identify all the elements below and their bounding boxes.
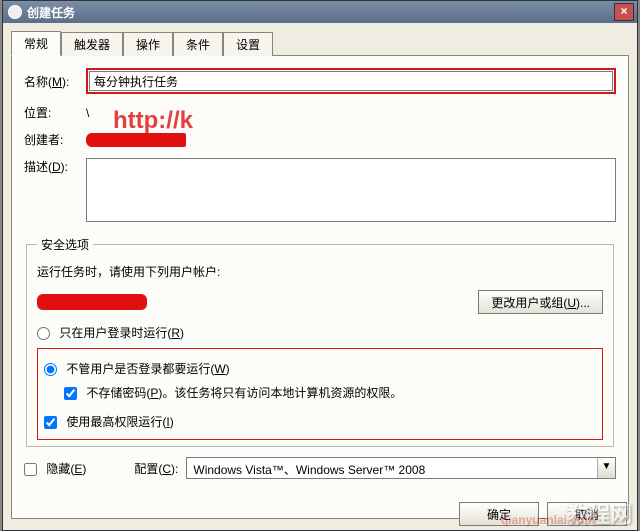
create-task-dialog: 创建任务 × 常规 触发器 操作 条件 设置 名称(M): 位置: \ 创建者: bbox=[2, 0, 638, 531]
configure-label: 配置(C): bbox=[134, 460, 178, 477]
checkbox-nostore-password-label[interactable]: 不存储密码(P)。该任务将只有访问本地计算机资源的权限。 bbox=[64, 386, 402, 400]
tab-settings[interactable]: 设置 bbox=[223, 32, 273, 56]
titlebar[interactable]: 创建任务 × bbox=[3, 1, 637, 23]
security-options-group: 安全选项 运行任务时，请使用下列用户帐户: 更改用户或组(U)... 只在用户登… bbox=[26, 236, 614, 447]
window-title: 创建任务 bbox=[27, 4, 614, 21]
tab-triggers[interactable]: 触发器 bbox=[61, 32, 123, 56]
row-description: 描述(D): bbox=[24, 158, 616, 222]
row-nostore-password: 不存储密码(P)。该任务将只有访问本地计算机资源的权限。 bbox=[44, 384, 596, 401]
tabstrip: 常规 触发器 操作 条件 设置 bbox=[11, 31, 629, 55]
checkbox-nostore-password[interactable] bbox=[64, 387, 77, 400]
description-label: 描述(D): bbox=[24, 158, 86, 175]
row-location: 位置: \ bbox=[24, 104, 616, 121]
chevron-down-icon[interactable]: ▼ bbox=[597, 458, 615, 478]
row-runas-account: 更改用户或组(U)... bbox=[37, 290, 603, 314]
author-redacted bbox=[86, 133, 186, 147]
row-runas-label: 运行任务时，请使用下列用户帐户: bbox=[37, 263, 603, 280]
ok-button[interactable]: 确定 bbox=[459, 502, 539, 526]
description-input[interactable] bbox=[86, 158, 616, 222]
row-author: 创建者: bbox=[24, 131, 616, 148]
dialog-buttons: 确定 取消 bbox=[459, 502, 627, 526]
row-radio-always: 不管用户是否登录都要运行(W) bbox=[44, 360, 596, 377]
configure-combo[interactable]: Windows Vista™、Windows Server™ 2008 ▼ bbox=[186, 457, 616, 479]
radio-run-always[interactable] bbox=[44, 363, 57, 376]
location-label: 位置: bbox=[24, 104, 86, 121]
security-legend: 安全选项 bbox=[37, 236, 93, 253]
tab-conditions[interactable]: 条件 bbox=[173, 32, 223, 56]
row-highest-priv: 使用最高权限运行(I) bbox=[44, 413, 596, 430]
name-highlight-box bbox=[86, 68, 616, 94]
name-input[interactable] bbox=[89, 71, 613, 91]
row-radio-loggedon: 只在用户登录时运行(R) bbox=[37, 324, 603, 341]
checkbox-highest-priv-label[interactable]: 使用最高权限运行(I) bbox=[44, 415, 174, 429]
configure-value: Windows Vista™、Windows Server™ 2008 bbox=[187, 458, 597, 478]
tab-actions[interactable]: 操作 bbox=[123, 32, 173, 56]
radio-run-logged-on-label[interactable]: 只在用户登录时运行(R) bbox=[37, 326, 184, 340]
client-area: 常规 触发器 操作 条件 设置 名称(M): 位置: \ 创建者: bbox=[3, 23, 637, 530]
location-value: \ bbox=[86, 106, 616, 120]
account-redacted bbox=[37, 294, 147, 310]
radio-run-logged-on[interactable] bbox=[37, 327, 50, 340]
row-name: 名称(M): bbox=[24, 68, 616, 94]
radio-run-always-label[interactable]: 不管用户是否登录都要运行(W) bbox=[44, 362, 230, 376]
clock-icon bbox=[8, 5, 22, 19]
close-button[interactable]: × bbox=[614, 3, 634, 21]
name-label: 名称(M): bbox=[24, 73, 86, 90]
cancel-button[interactable]: 取消 bbox=[547, 502, 627, 526]
highlight-box-run-options: 不管用户是否登录都要运行(W) 不存储密码(P)。该任务将只有访问本地计算机资源… bbox=[37, 348, 603, 440]
checkbox-hidden[interactable] bbox=[24, 463, 37, 476]
tab-general[interactable]: 常规 bbox=[11, 31, 61, 56]
runas-account bbox=[37, 294, 478, 310]
checkbox-hidden-label[interactable]: 隐藏(E) bbox=[24, 460, 86, 477]
runas-label: 运行任务时，请使用下列用户帐户: bbox=[37, 263, 220, 280]
checkbox-highest-priv[interactable] bbox=[44, 416, 57, 429]
author-label: 创建者: bbox=[24, 131, 86, 148]
change-user-button[interactable]: 更改用户或组(U)... bbox=[478, 290, 603, 314]
tab-panel-general: 名称(M): 位置: \ 创建者: 描述(D): 安全选项 运行任 bbox=[11, 55, 629, 519]
bottom-row: 隐藏(E) 配置(C): Windows Vista™、Windows Serv… bbox=[24, 457, 616, 479]
